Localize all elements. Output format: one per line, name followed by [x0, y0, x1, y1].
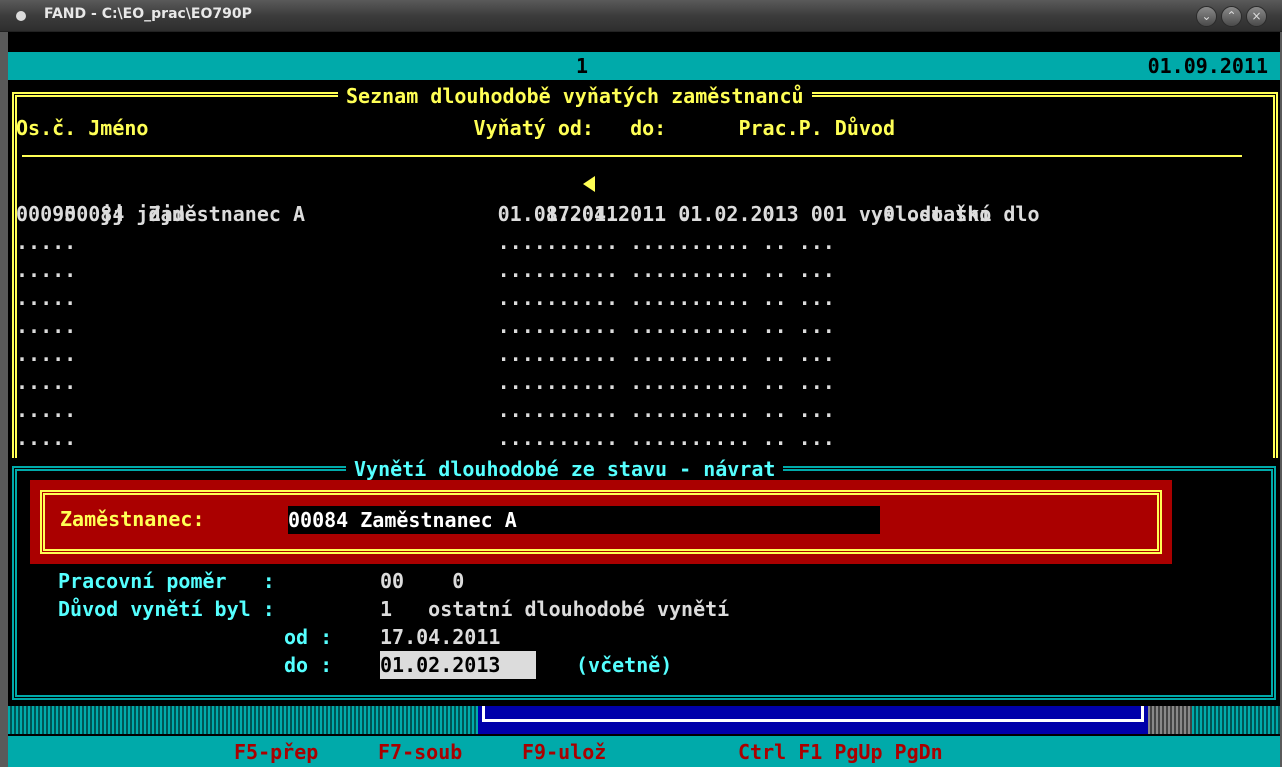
- employee-list-panel: Seznam dlouhodobě vyňatých zaměstnanců O…: [8, 80, 1280, 464]
- page-number: 1: [576, 54, 589, 78]
- window-titlebar: FAND - C:\EO_prac\EO790P ⌄ ⌃ ×: [0, 0, 1282, 32]
- table-row[interactable]: ..... .......... .......... .. ...: [16, 340, 835, 368]
- do-label: do :: [284, 653, 333, 677]
- minimize-icon[interactable]: ⌄: [1196, 6, 1217, 27]
- close-icon[interactable]: ×: [1246, 6, 1267, 27]
- do-date-input[interactable]: 01.02.2013: [380, 651, 536, 679]
- return-detail-panel: Vynětí dlouhodobé ze stavu - návrat Zamě…: [8, 455, 1280, 702]
- window-frame-left: [0, 32, 8, 767]
- ctrl-pgup-pgdn-keys[interactable]: Ctrl F1 PgUp PgDn: [738, 738, 943, 766]
- duvod-value: 1 ostatní dlouhodobé vynětí: [380, 597, 730, 621]
- f7-soub-key[interactable]: F7-soub: [378, 738, 462, 766]
- row-cursor-icon: [583, 176, 595, 192]
- table-row[interactable]: ..... .......... .......... .. ...: [16, 228, 835, 256]
- status-strip: [8, 702, 1280, 736]
- table-row[interactable]: ..... .......... .......... .. ...: [16, 424, 835, 452]
- strip-hatch-left: [8, 706, 478, 734]
- window-menu-icon[interactable]: [16, 11, 26, 21]
- list-header: Os.č. Jméno Vyňatý od: do: Prac.P. Důvod: [16, 116, 895, 140]
- detail-title: Vynětí dlouhodobé ze stavu - návrat: [346, 455, 784, 483]
- maximize-icon[interactable]: ⌃: [1221, 6, 1242, 27]
- scrollbar-thumb-inner: [482, 706, 1144, 722]
- f5-prep-key[interactable]: F5-přep: [234, 738, 318, 766]
- pracovni-pomer-value: 00 0: [380, 569, 465, 593]
- window-title: FAND - C:\EO_prac\EO790P: [44, 6, 252, 22]
- strip-gray-block: [1148, 706, 1192, 734]
- table-row[interactable]: ..... .......... .......... .. ...: [16, 284, 835, 312]
- table-row[interactable]: 00095 jj jdjd 01.08.2011 . . 01 1 vysl.d…: [16, 200, 991, 228]
- f9-uloz-key[interactable]: F9-ulož: [522, 738, 606, 766]
- employee-field[interactable]: 00084 Zaměstnanec A: [288, 506, 880, 534]
- header-divider: [22, 155, 1242, 157]
- pracovni-pomer-label: Pracovní poměr :: [58, 569, 275, 593]
- table-row[interactable]: ..... .......... .......... .. ...: [16, 396, 835, 424]
- od-label: od :: [284, 625, 333, 649]
- duvod-label: Důvod vynětí byl :: [58, 597, 275, 621]
- do-note: (včetně): [576, 653, 673, 677]
- employee-label: Zaměstnanec:: [60, 507, 205, 531]
- current-date: 01.09.2011: [1147, 54, 1268, 78]
- table-row[interactable]: ..... .......... .......... .. ...: [16, 368, 835, 396]
- top-status-bar: 1 01.09.2011: [8, 52, 1280, 80]
- employee-box: Zaměstnanec: 00084 Zaměstnanec A: [30, 480, 1172, 564]
- table-row[interactable]: ..... .......... .......... .. ...: [16, 256, 835, 284]
- od-value: 17.04.2011: [380, 625, 501, 649]
- screen-top-margin: [8, 32, 1280, 52]
- function-key-bar: F5-přep F7-soub F9-ulož Ctrl F1 PgUp PgD…: [8, 736, 1280, 767]
- table-row[interactable]: ..... .......... .......... .. ...: [16, 312, 835, 340]
- list-title: Seznam dlouhodobě vyňatých zaměstnanců: [338, 82, 812, 110]
- scrollbar-thumb[interactable]: [478, 706, 1148, 734]
